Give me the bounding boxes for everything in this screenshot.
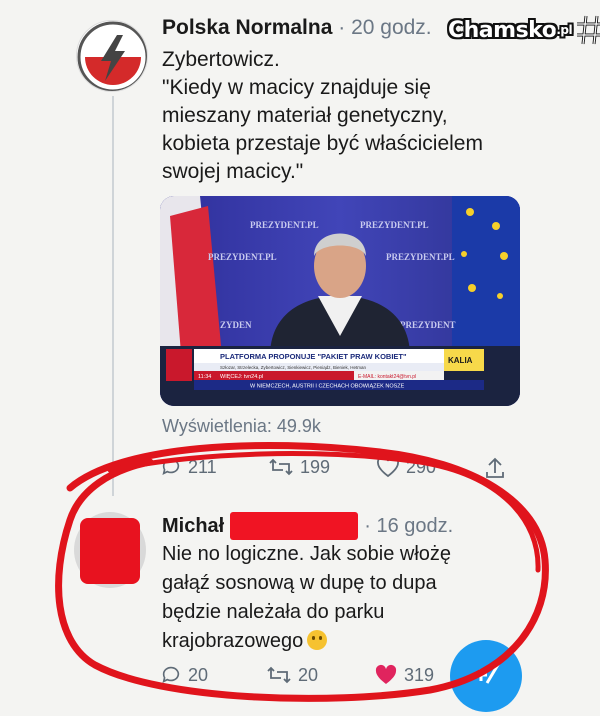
tweet-line: "Kiedy w macicy znajduje się (162, 76, 431, 99)
backdrop-text: PREZYDENT.PL (386, 252, 455, 262)
reply-line: Nie no logiczne. Jak sobie włożę (162, 543, 452, 565)
reply-retweet-button[interactable]: 20 (266, 664, 318, 686)
comment-icon (162, 666, 180, 683)
reply-text: Nie no logiczne. Jak sobie włożę gałąź s… (162, 540, 512, 656)
reply-line: krajobrazowego (162, 630, 304, 652)
tweet-line: swojej macicy." (162, 160, 304, 183)
tweet-line: kobieta przestaje być właścicielem (162, 132, 483, 155)
reply-avatar-redacted[interactable] (80, 518, 140, 584)
tweet-timestamp: · 20 godz. (338, 16, 432, 39)
reply-reply-count: 20 (188, 664, 209, 685)
tweet-header: Polska Normalna · 20 godz. (162, 16, 432, 40)
tweet-line: Zybertowicz. (162, 48, 280, 71)
reply-header: Michał · 16 godz. (162, 512, 453, 540)
avatar[interactable] (76, 20, 148, 92)
comment-icon (162, 458, 180, 475)
ticker-info: WIĘCEJ: tvn24.pl (220, 374, 263, 380)
reply-like-button[interactable]: 319 (374, 664, 434, 686)
flushed-face-emoji-icon (307, 630, 328, 650)
heart-filled-icon (375, 664, 397, 684)
ticker-time: 11:34 (198, 374, 211, 380)
share-button[interactable] (484, 456, 512, 480)
watermark-text: Chamsko (448, 17, 557, 43)
reply-author[interactable]: Michał (162, 515, 224, 538)
video-thumbnail[interactable]: PREZYDENT.PL PREZYDENT.PL PREZYDENT.PL P… (160, 196, 520, 406)
watermark: Chamsko .pl (448, 12, 600, 48)
share-icon (486, 457, 504, 478)
backdrop-text: ZYDEN (220, 320, 252, 330)
ticker-names: Szłozar, Strzelecka, Zybertowicz, Sienki… (220, 365, 367, 370)
hash-logo-icon (577, 15, 600, 45)
compose-tweet-button[interactable] (450, 640, 522, 712)
tweet-line: mieszany materiał genetyczny, (162, 104, 448, 127)
reply-count: 211 (188, 456, 217, 477)
heart-icon (377, 456, 399, 478)
retweet-button[interactable]: 199 (268, 456, 330, 478)
retweet-count: 199 (300, 456, 331, 477)
reply-button[interactable]: 211 (160, 456, 217, 478)
backdrop-text: PREZYDENT.PL (250, 220, 319, 230)
redaction-box (230, 512, 359, 540)
ticker-news: W NIEMCZECH, AUSTRII I CZECHACH OBOWIĄZE… (250, 384, 405, 390)
reply-reply-button[interactable]: 20 (160, 664, 208, 686)
reply-like-count: 319 (404, 664, 435, 685)
retweet-icon (267, 666, 291, 684)
polska-normalna-logo-icon (77, 21, 147, 91)
retweet-icon (269, 458, 293, 476)
reply-retweet-count: 20 (298, 664, 319, 685)
ticker-headline: PLATFORMA PROPONUJE "PAKIET PRAW KOBIET" (220, 352, 407, 361)
view-count: Wyświetlenia: 49.9k (162, 416, 321, 436)
compose-plus-icon (475, 662, 501, 684)
ticker-email: E-MAIL: kontakt24@tvn.pl (358, 374, 416, 380)
backdrop-text: PREZYDENT (400, 320, 456, 330)
tweet-text: Zybertowicz. "Kiedy w macicy znajduje si… (162, 46, 542, 186)
reply-line: będzie należała do parku (162, 601, 385, 623)
watermark-suffix: .pl (556, 23, 573, 37)
like-count: 290 (406, 456, 437, 477)
news-broadcast-frame: PREZYDENT.PL PREZYDENT.PL PREZYDENT.PL P… (160, 196, 520, 406)
reply-timestamp: · 16 godz. (364, 514, 454, 537)
like-button[interactable]: 290 (376, 456, 436, 478)
channel-logo: KALIA (448, 356, 473, 365)
thread-line (112, 96, 114, 496)
reply-line: gałąź sosnową w dupę to dupa (162, 572, 437, 594)
backdrop-text: PREZYDENT.PL (360, 220, 429, 230)
backdrop-text: PREZYDENT.PL (208, 252, 277, 262)
tweet-author[interactable]: Polska Normalna (162, 16, 332, 39)
